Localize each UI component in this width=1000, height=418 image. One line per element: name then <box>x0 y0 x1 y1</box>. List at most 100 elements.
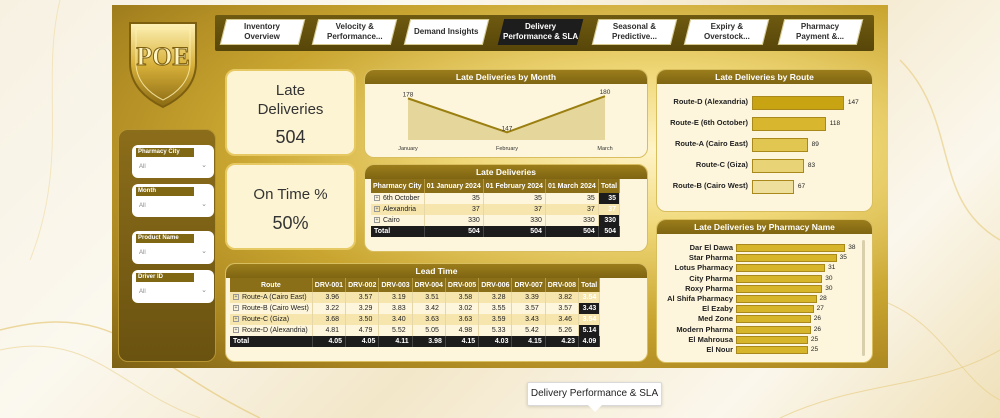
route-category-label: Route-B (Cairo West) <box>672 181 748 190</box>
pharmacy-bar[interactable] <box>736 244 846 252</box>
month-data-label: 178 <box>403 91 414 98</box>
table-cell: 5.52 <box>378 325 413 336</box>
table-cell: 37 <box>483 204 546 215</box>
total-cell: 4.03 <box>478 336 513 347</box>
total-cell: 504 <box>598 226 621 237</box>
column-header: DRV-001 <box>312 278 347 292</box>
row-label[interactable]: + Route-B (Cairo West) <box>230 303 313 314</box>
nav-tab-label: Delivery Performance & SLA <box>502 22 579 41</box>
table-cell: 3.63 <box>412 314 446 325</box>
total-cell: 504 <box>424 226 484 237</box>
nav-tab-5[interactable]: Expiry & Overstock... <box>683 19 770 45</box>
total-cell: 4.05 <box>312 336 347 347</box>
late-by-month-chart: 178 January 147 February 180 March <box>398 89 612 152</box>
pharmacy-bar[interactable] <box>736 325 811 334</box>
row-label[interactable]: + Route-A (Cairo East) <box>230 292 313 303</box>
nav-tab-2[interactable]: Demand Insights <box>403 19 490 45</box>
pharmacy-value-label: 31 <box>828 264 836 272</box>
chevron-down-icon[interactable]: ⌄ <box>201 200 207 208</box>
table-cell: 3.43 <box>511 314 546 325</box>
pharmacy-bar[interactable] <box>736 295 817 303</box>
expand-icon[interactable]: + <box>233 294 239 301</box>
pharmacy-bar[interactable] <box>736 305 814 314</box>
nav-tab-label: Pharmacy Payment &... <box>796 22 845 41</box>
column-header: DRV-006 <box>478 278 513 292</box>
nav-tab-3[interactable]: Delivery Performance & SLA <box>497 19 584 45</box>
dashboard-canvas: POE Inventory Overview Velocity & Performan… <box>112 5 888 368</box>
table-cell: 37 <box>424 204 484 215</box>
pharmacy-bar[interactable] <box>736 315 811 324</box>
late-by-pharmacy-panel: Late Deliveries by Pharmacy Name Dar El … <box>656 219 873 363</box>
on-time-card: On Time % 50% <box>225 163 356 250</box>
table-row: +6th October 35 35 35 35 <box>371 193 621 204</box>
pharmacy-value-label: 38 <box>848 244 856 251</box>
nav-tab-label: Seasonal & Predictive... <box>612 22 657 41</box>
page-tooltip: Delivery Performance & SLA <box>527 382 662 412</box>
table-header-row: Route DRV-001 DRV-002 DRV-003 DRV-004 DRV-005… <box>230 278 601 292</box>
pharmacy-category-label: City Pharma <box>689 273 733 283</box>
pharmacy-value-label: 25 <box>810 335 819 343</box>
filter-title: Product Name <box>136 234 194 243</box>
pharmacy-chart-scrollbar[interactable] <box>862 240 865 356</box>
pharmacy-value-label: 26 <box>813 315 821 323</box>
row-label[interactable]: + Alexandria <box>371 204 425 215</box>
table-cell: 3.59 <box>478 314 513 325</box>
pharmacy-category-label: Al Shifa Pharmacy <box>667 294 733 303</box>
row-label[interactable]: + Cairo <box>371 215 425 226</box>
table-cell: 3.57 <box>511 303 546 314</box>
table-cell: 35 <box>545 193 599 204</box>
table-cell: 3.96 <box>312 292 347 303</box>
table-total-row: Total 4.05 4.05 4.11 3.98 4.15 4.03 4.15 4.23 4.0… <box>230 336 601 347</box>
pharmacy-category-label: Med Zone <box>698 314 733 324</box>
route-bar[interactable] <box>752 138 808 152</box>
filter-month[interactable]: Month All ⌄ <box>132 184 214 217</box>
filter-pharmacy-city[interactable]: Pharmacy City All ⌄ <box>132 145 214 178</box>
pharmacy-bar[interactable] <box>736 346 808 354</box>
chevron-down-icon[interactable]: ⌄ <box>201 286 207 294</box>
expand-icon[interactable]: + <box>374 206 380 213</box>
pharmacy-bar[interactable] <box>736 274 823 283</box>
pharmacy-bar[interactable] <box>736 284 823 293</box>
chevron-down-icon[interactable]: ⌄ <box>201 247 207 255</box>
late-by-route-panel: Late Deliveries by Route Route-D (Alexan… <box>656 69 873 212</box>
table-cell: 3.63 <box>445 314 480 325</box>
pharmacy-bar[interactable] <box>736 335 808 344</box>
nav-tab-0[interactable]: Inventory Overview <box>219 19 306 45</box>
expand-icon[interactable]: + <box>233 327 239 334</box>
filters-panel: Pharmacy City All ⌄ Month All ⌄ Product Name Al… <box>118 129 216 362</box>
filter-driver-id[interactable]: Driver ID All ⌄ <box>132 270 214 303</box>
nav-tab-6[interactable]: Pharmacy Payment &... <box>777 19 864 45</box>
filter-product-name[interactable]: Product Name All ⌄ <box>132 231 214 264</box>
table-cell: 5.05 <box>412 325 446 336</box>
route-bar[interactable] <box>752 180 794 194</box>
row-label[interactable]: + Route-C (Giza) <box>230 314 313 325</box>
expand-icon[interactable]: + <box>233 316 239 323</box>
table-cell: 3.58 <box>445 292 480 303</box>
table-cell: 37 <box>545 204 599 215</box>
pharmacy-bar[interactable] <box>736 264 826 273</box>
on-time-value: 50% <box>272 213 309 233</box>
pharmacy-bar[interactable] <box>736 254 837 263</box>
route-value-label: 67 <box>797 183 806 190</box>
pharmacy-category-label: Lotus Pharmacy <box>674 263 733 273</box>
nav-tab-1[interactable]: Velocity & Performance... <box>311 19 398 45</box>
table-cell: 3.02 <box>445 303 480 314</box>
route-category-label: Route-D (Alexandria) <box>673 97 748 106</box>
row-total: 35 <box>598 193 621 204</box>
late-deliveries-matrix: Pharmacy City 01 January 2024 01 February … <box>371 179 621 237</box>
filter-value: All <box>139 289 146 295</box>
pharmacy-value-label: 30 <box>825 274 833 282</box>
expand-icon[interactable]: + <box>374 195 380 202</box>
row-label[interactable]: + Route-D (Alexandria) <box>230 325 313 336</box>
route-bar[interactable] <box>752 96 844 110</box>
table-cell: 35 <box>483 193 546 204</box>
expand-icon[interactable]: + <box>233 305 239 312</box>
table-cell: 5.33 <box>478 325 513 336</box>
nav-tab-4[interactable]: Seasonal & Predictive... <box>591 19 678 45</box>
route-bar[interactable] <box>752 117 826 131</box>
table-row: + Cairo 330 330 330 330 <box>371 215 621 226</box>
row-label[interactable]: +6th October <box>371 193 425 204</box>
chevron-down-icon[interactable]: ⌄ <box>201 161 207 169</box>
expand-icon[interactable]: + <box>374 217 380 224</box>
route-bar[interactable] <box>752 159 804 173</box>
